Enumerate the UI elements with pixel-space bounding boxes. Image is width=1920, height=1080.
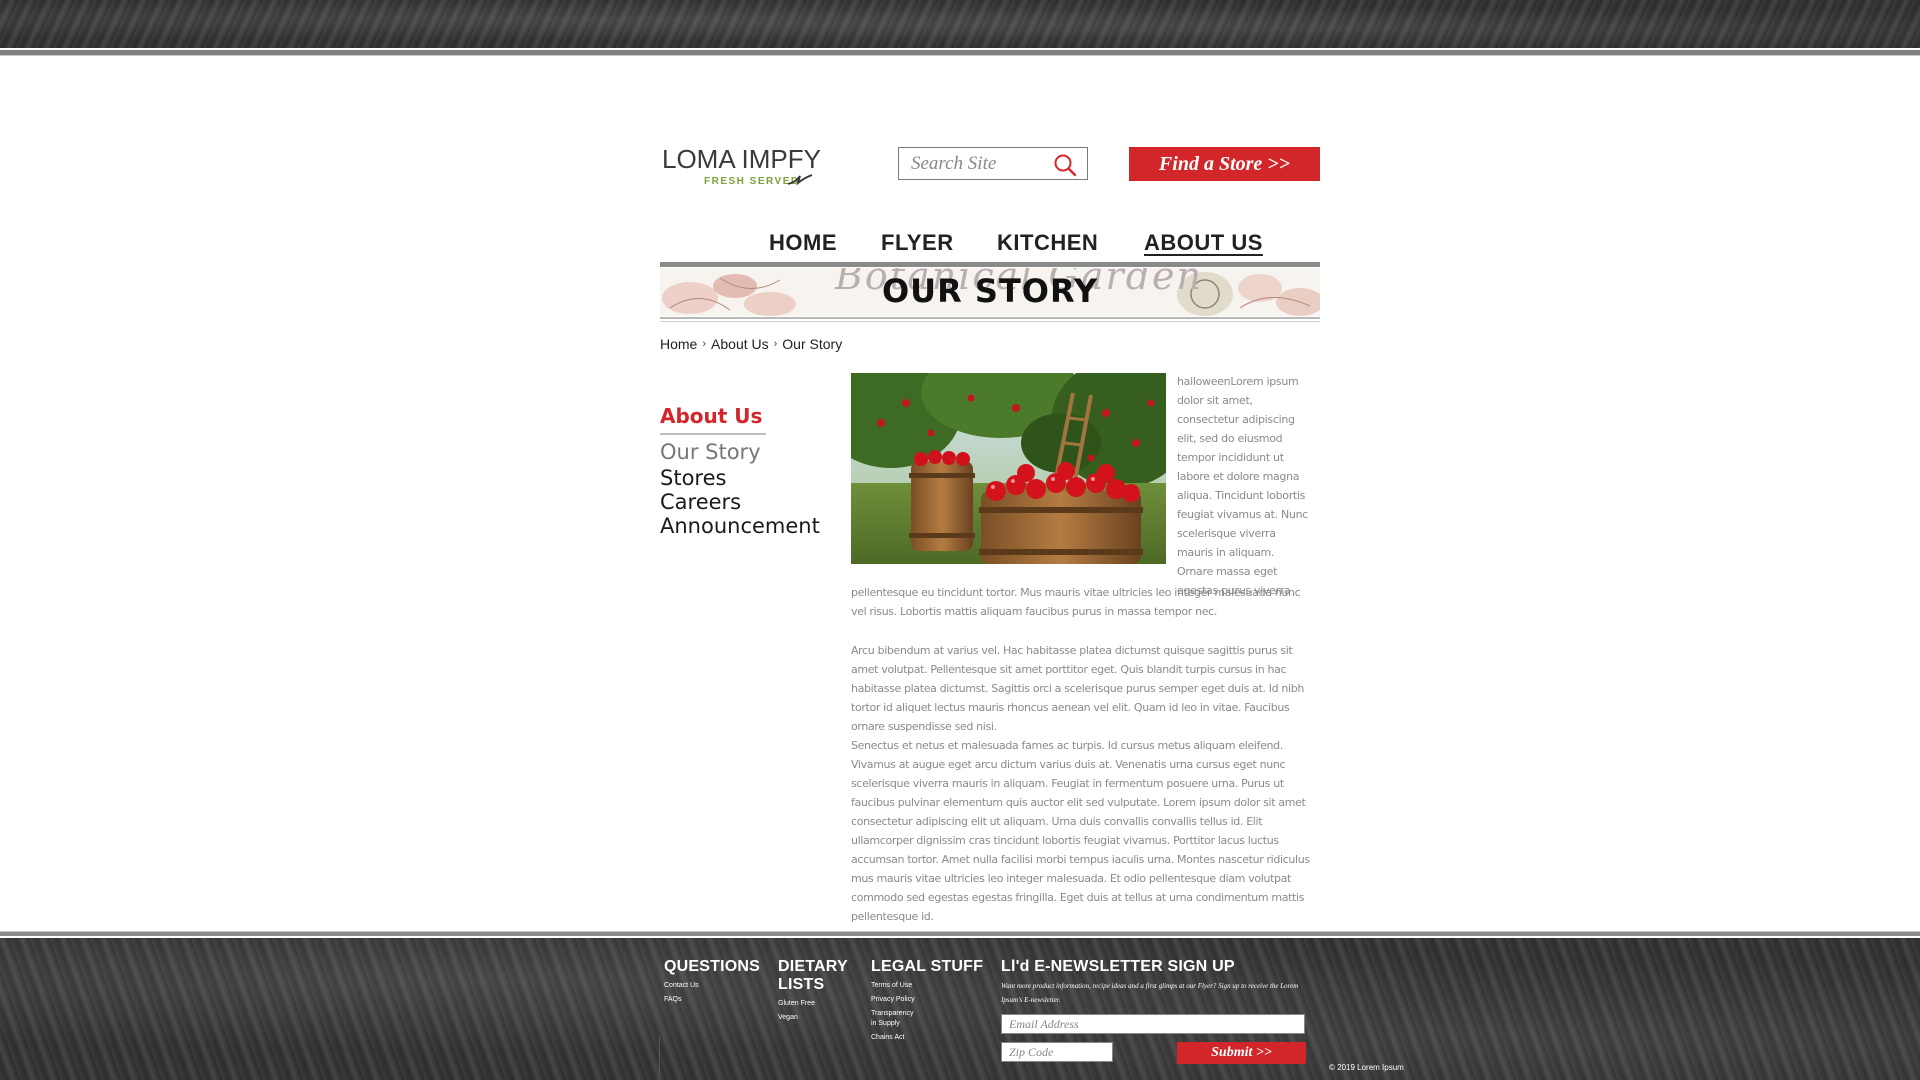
breadcrumb-about-us[interactable]: About Us — [711, 336, 769, 352]
newsletter-email-input[interactable] — [1001, 1014, 1305, 1034]
newsletter-submit-button[interactable]: Submit >> — [1177, 1042, 1306, 1064]
banner-bottom-rule-thin — [660, 321, 1320, 322]
sidebar-divider — [660, 433, 766, 435]
brand-logo[interactable]: LOMA IMPFY FRESH SERVED — [662, 146, 822, 194]
footer-dietary-title-1: DIETARY — [778, 958, 848, 975]
footer-link-faqs[interactable]: FAQs — [664, 995, 760, 1004]
footer-top-divider — [0, 931, 1920, 936]
find-store-button[interactable]: Find a Store >> — [1129, 147, 1320, 181]
body-paragraph-2: Arcu bibendum at varius vel. Hac habitas… — [851, 644, 1304, 733]
nav-kitchen[interactable]: KITCHEN — [997, 230, 1098, 256]
breadcrumb-current: Our Story — [782, 336, 843, 352]
footer-link-in-supply[interactable]: in Supply — [871, 1019, 983, 1028]
main-nav: HOME FLYER KITCHEN ABOUT US — [660, 230, 1320, 260]
apple-orchard-photo — [851, 373, 1166, 564]
footer-link-transparency[interactable]: Transparency — [871, 1009, 983, 1018]
search-icon[interactable] — [1053, 153, 1077, 177]
footer-newsletter: Ll'd E-NEWSLETTER SIGN UP Want more prod… — [1001, 958, 1311, 1007]
nav-home[interactable]: HOME — [769, 230, 837, 256]
intro-paragraph: halloweenLorem ipsum dolor sit amet, con… — [1177, 375, 1308, 597]
newsletter-zip-input[interactable] — [1001, 1042, 1113, 1062]
footer-link-privacy[interactable]: Privacy Policy — [871, 995, 983, 1004]
footer-link-contact-us[interactable]: Contact Us — [664, 981, 760, 990]
logo-swoosh-icon — [787, 174, 813, 186]
chevron-right-icon: › — [773, 338, 778, 350]
search-input[interactable] — [911, 152, 1041, 176]
footer-link-gluten-free[interactable]: Gluten Free — [778, 999, 848, 1008]
footer-dietary-title-2: LISTS — [778, 976, 825, 993]
nav-underline-bar — [660, 262, 1320, 267]
breadcrumb: Home › About Us › Our Story — [660, 336, 842, 352]
copyright-text: © 2019 Lorem Ipsum — [1329, 1063, 1404, 1072]
nav-about-us[interactable]: ABOUT US — [1144, 230, 1263, 256]
breadcrumb-home[interactable]: Home — [660, 336, 697, 352]
body-paragraph-1: pellentesque eu tincidunt tortor. Mus ma… — [851, 586, 1301, 618]
footer-link-terms[interactable]: Terms of Use — [871, 981, 983, 990]
sidebar-item-announcement[interactable]: Announcement — [660, 514, 820, 538]
footer-questions: QUESTIONS Contact Us FAQs — [664, 958, 760, 1004]
sidebar-menu: Our Story Stores Careers Announcement — [660, 440, 820, 538]
sidebar-item-careers[interactable]: Careers — [660, 490, 820, 514]
footer-dietary: DIETARY LISTS Gluten Free Vegan — [778, 958, 848, 1022]
orchard-image — [851, 373, 1166, 564]
newsletter-title: Ll'd E-NEWSLETTER SIGN UP — [1001, 958, 1235, 975]
footer-link-chains-act[interactable]: Chains Act — [871, 1033, 983, 1042]
top-divider — [0, 50, 1920, 56]
sidebar-item-our-story[interactable]: Our Story — [660, 440, 820, 464]
footer-legal: LEGAL STUFF Terms of Use Privacy Policy … — [871, 958, 983, 1042]
sidebar-item-stores[interactable]: Stores — [660, 466, 820, 490]
site-footer: QUESTIONS Contact Us FAQs DIETARY LISTS … — [0, 938, 1920, 1080]
nav-flyer[interactable]: FLYER — [881, 230, 954, 256]
newsletter-description: Want more product information, recipe id… — [1001, 982, 1299, 1004]
chevron-right-icon: › — [702, 338, 707, 350]
search-box[interactable] — [898, 147, 1088, 180]
footer-vertical-rule — [659, 1036, 660, 1080]
banner-bottom-rule — [660, 317, 1320, 319]
sidebar-title: About Us — [660, 404, 763, 428]
body-paragraph-3: Senectus et netus et malesuada fames ac … — [851, 739, 1310, 923]
footer-legal-title: LEGAL STUFF — [871, 958, 984, 975]
logo-wordmark: LOMA IMPFY — [662, 144, 821, 174]
footer-questions-title: QUESTIONS — [664, 958, 761, 975]
page-title: OUR STORY — [881, 272, 1099, 310]
page-banner: Botanical Garden OUR STORY — [660, 268, 1320, 316]
footer-link-vegan[interactable]: Vegan — [778, 1013, 848, 1022]
top-texture-band — [0, 0, 1920, 48]
